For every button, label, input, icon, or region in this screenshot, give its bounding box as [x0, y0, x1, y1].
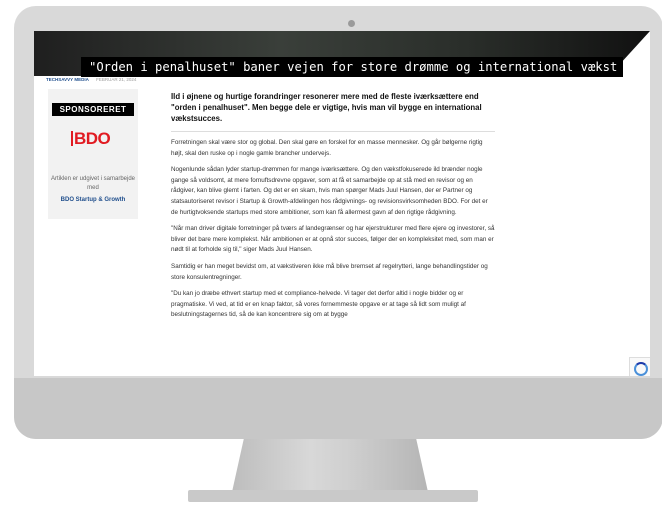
browser-screen: "Orden i penalhuset" baner vejen for sto…: [34, 31, 650, 376]
article-paragraph: Forretningen skal være stor og global. D…: [171, 139, 483, 157]
author-link[interactable]: TECHSAVVY MEDIA: [46, 77, 89, 82]
sponsor-badge: SPONSORERET: [52, 103, 134, 116]
webcam-dot: [348, 20, 355, 27]
article-headline: "Orden i penalhuset" baner vejen for sto…: [81, 57, 624, 77]
article-paragraph: "Du kan jo dræbe ethvert startup med et …: [171, 290, 466, 319]
sponsor-sidebar: SPONSORERET BDO Artiklen er udgivet i sa…: [48, 89, 138, 219]
recaptcha-icon: [634, 362, 648, 376]
sponsor-note: Artiklen er udgivet i samarbejde med: [50, 176, 136, 191]
bdo-logo[interactable]: BDO: [71, 129, 115, 149]
bdo-logo-text: BDO: [74, 129, 111, 148]
partner-link[interactable]: BDO Startup & Growth: [50, 197, 136, 203]
monitor-base: [188, 490, 478, 502]
bdo-logo-bar: [71, 131, 73, 146]
article-paragraph: Nogenlunde sådan lyder startup-drømmen f…: [171, 166, 488, 216]
publish-date: FEBRUAR 21, 2024: [96, 77, 137, 82]
lead-divider: [171, 131, 495, 132]
monitor-chin: [14, 378, 662, 439]
article-meta: TECHSAVVY MEDIA FEBRUAR 21, 2024: [46, 77, 136, 82]
article-paragraph: Samtidig er han meget bevidst om, at væk…: [171, 262, 488, 281]
monitor-stand: [232, 439, 428, 492]
article-body: Ild i øjnene og hurtige forandringer res…: [171, 91, 495, 327]
recaptcha-badge[interactable]: [629, 357, 650, 376]
article-lead: Ild i øjnene og hurtige forandringer res…: [171, 92, 482, 123]
article-paragraph: "Når man driver digitale forretninger på…: [171, 225, 495, 254]
